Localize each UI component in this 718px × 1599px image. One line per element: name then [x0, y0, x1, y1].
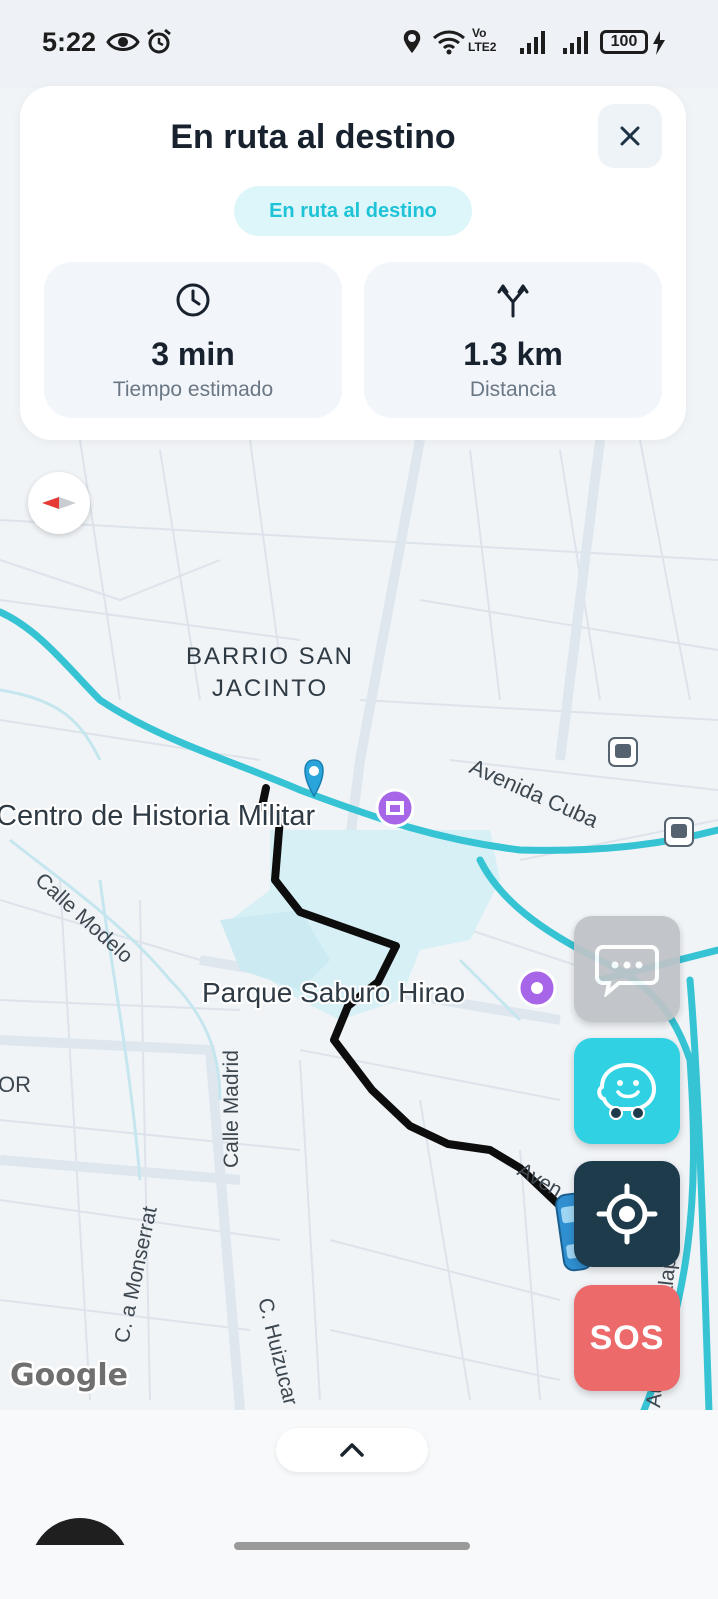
google-attribution: Google	[10, 1358, 128, 1393]
waze-icon	[597, 1062, 657, 1120]
waze-button[interactable]	[574, 1038, 680, 1144]
charging-icon	[653, 31, 665, 55]
trip-status-card: En ruta al destino En ruta al destino 3 …	[20, 86, 686, 440]
eta-value: 3 min	[151, 336, 235, 372]
eta-label: Tiempo estimado	[112, 378, 274, 401]
chat-bubble-icon	[595, 945, 659, 997]
network-label-top: Vo	[472, 26, 487, 40]
chat-button[interactable]	[574, 916, 680, 1022]
compass-button[interactable]	[28, 472, 90, 534]
label-neighborhood-2: JACINTO	[212, 675, 328, 702]
alarm-icon	[147, 28, 171, 54]
compass-icon	[42, 497, 76, 509]
system-nav-handle[interactable]	[234, 1542, 470, 1550]
route-split-icon	[497, 284, 529, 318]
trip-title: En ruta al destino	[170, 118, 456, 156]
crosshair-icon	[596, 1183, 658, 1245]
battery-icon: 100	[600, 30, 648, 54]
status-bar: 5:22 Vo LTE2 100	[0, 0, 718, 88]
chevron-up-icon	[340, 1443, 364, 1457]
wifi-icon	[433, 30, 465, 55]
expand-sheet-button[interactable]	[276, 1428, 428, 1472]
label-left-partial: OR	[0, 1072, 31, 1097]
clock-icon	[176, 283, 210, 317]
battery-level: 100	[610, 33, 638, 50]
recenter-button[interactable]	[574, 1161, 680, 1267]
distance-stat: 1.3 km Distancia	[364, 262, 662, 418]
location-icon	[403, 30, 421, 53]
distance-label: Distancia	[469, 378, 557, 401]
label-neighborhood-1: BARRIO SAN	[186, 643, 354, 670]
label-museum[interactable]: Centro de Historia Militar	[0, 798, 317, 834]
status-badge: En ruta al destino	[234, 186, 472, 236]
sos-button[interactable]: SOS	[574, 1285, 680, 1391]
bottom-sheet[interactable]	[0, 1410, 718, 1599]
close-button[interactable]	[598, 104, 662, 168]
network-label-bottom: LTE2	[468, 40, 497, 54]
signal-icon-1	[520, 31, 545, 54]
label-park[interactable]: Parque Saburo Hirao	[200, 975, 467, 1010]
eye-icon	[106, 33, 140, 51]
eta-stat: 3 min Tiempo estimado	[44, 262, 342, 418]
label-calle-madrid: Calle Madrid	[220, 1050, 243, 1168]
status-time: 5:22	[42, 27, 97, 57]
close-icon	[620, 126, 640, 146]
signal-icon-2	[563, 31, 588, 54]
distance-value: 1.3 km	[463, 336, 563, 372]
